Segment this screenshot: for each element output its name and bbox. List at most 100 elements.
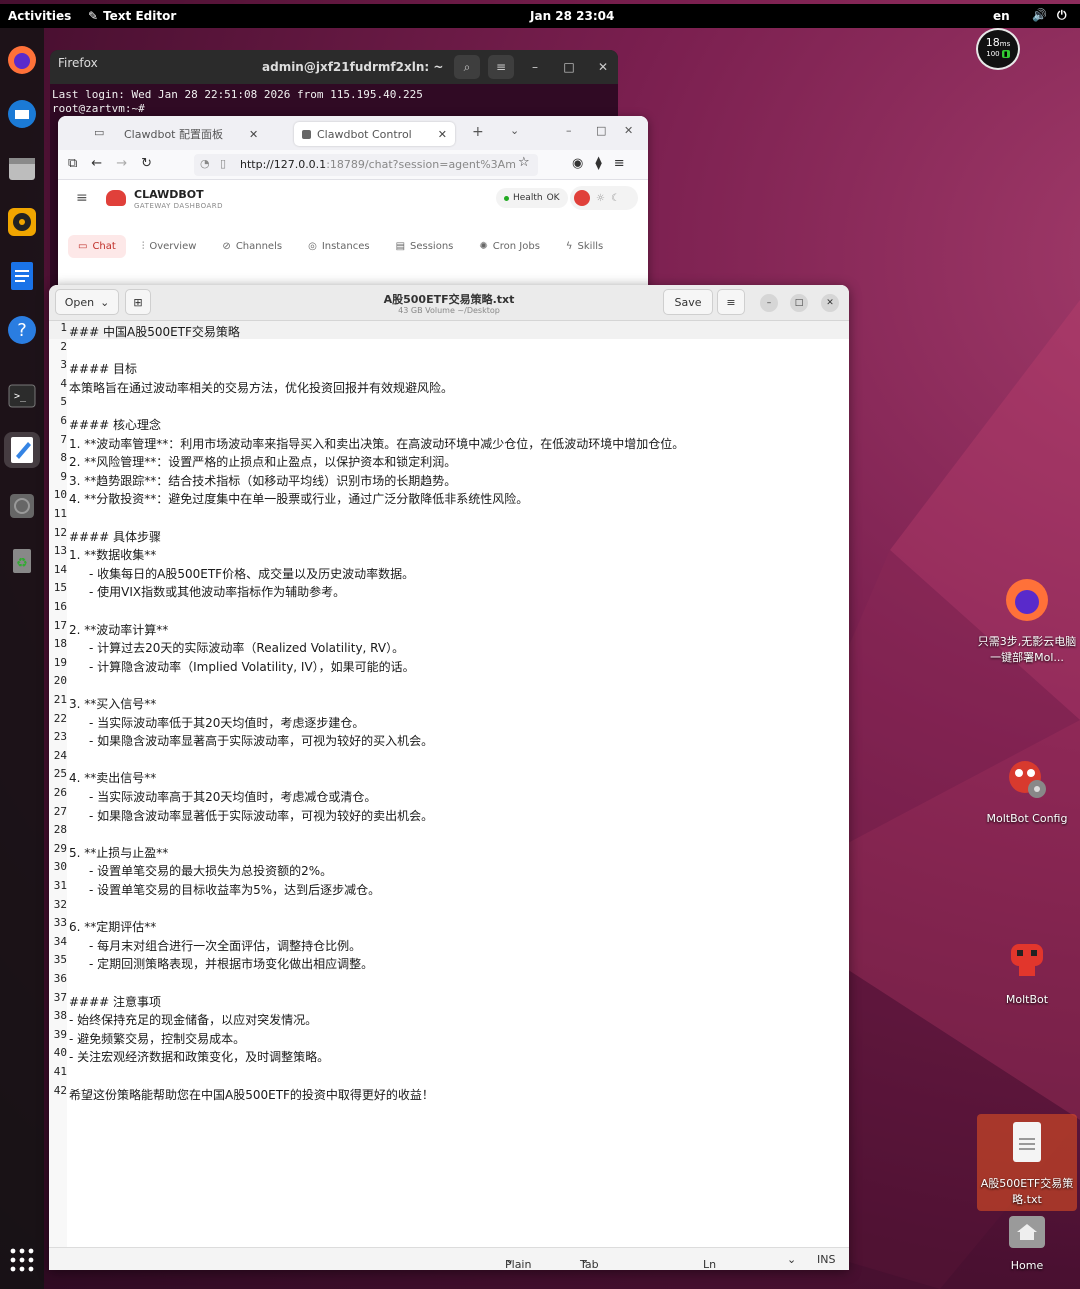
desktop-icon-home[interactable]: Home	[977, 1212, 1077, 1272]
tab-list-icon[interactable]: ▭	[94, 126, 104, 139]
editor-line[interactable]: 13 1. **数据收集**	[49, 544, 849, 562]
nav-sessions[interactable]: ▤ Sessions	[386, 235, 464, 258]
url-bar[interactable]: ◔ ▯ http://127.0.0.1:18789/chat?session=…	[194, 154, 538, 176]
desktop-icon-moltbot-config[interactable]: MoltBot Config	[977, 755, 1077, 825]
activities-button[interactable]: Activities	[8, 9, 71, 23]
nav-instances[interactable]: ◎ Instances	[298, 235, 379, 258]
nav-channels[interactable]: ⊘ Channels	[212, 235, 292, 258]
editor-line[interactable]: 18 - 计算过去20天的实际波动率（Realized Volatility, R…	[49, 637, 849, 655]
editor-line[interactable]: 32	[49, 898, 849, 916]
editor-line[interactable]: 42 希望这份策略能帮助您在中国A股500ETF的投资中取得更好的收益！	[49, 1084, 849, 1102]
nav-skills[interactable]: ϟ Skills	[556, 235, 613, 258]
editor-line[interactable]: 21 3. **买入信号**	[49, 693, 849, 711]
insert-mode[interactable]: INS	[817, 1253, 835, 1266]
editor-line[interactable]: 1 ### 中国A股500ETF交易策略	[49, 321, 849, 339]
editor-line[interactable]: 10 4. **分散投资**：避免过度集中在单一股票或行业，通过广泛分散降低非系统…	[49, 488, 849, 506]
record-icon[interactable]	[574, 190, 590, 206]
nav-cron-jobs[interactable]: ✺ Cron Jobs	[469, 235, 550, 258]
editor-line[interactable]: 15 - 使用VIX指数或其他波动率指标作为辅助参考。	[49, 581, 849, 599]
search-icon[interactable]: ⌕	[454, 55, 480, 79]
maximize-icon[interactable]: □	[556, 55, 582, 79]
close-icon[interactable]: ✕	[249, 128, 258, 141]
editor-line[interactable]: 19 - 计算隐含波动率（Implied Volatility, IV），如果可能…	[49, 656, 849, 674]
editor-line[interactable]: 7 1. **波动率管理**：利用市场波动率来指导买入和卖出决策。在高波动环境中减…	[49, 433, 849, 451]
terminal-output[interactable]: Last login: Wed Jan 28 22:51:08 2026 fro…	[50, 84, 618, 120]
tab-clawdbot-config[interactable]: Clawdbot 配置面板 ✕	[116, 122, 266, 146]
extensions-icon[interactable]: ⧫	[595, 156, 601, 171]
language-selector[interactable]: Plain Text ⌄	[505, 1253, 531, 1270]
bookmark-star-icon[interactable]: ☆	[518, 155, 530, 170]
moon-icon[interactable]: ☾	[611, 193, 620, 204]
tab-width-selector[interactable]: Tab Width: 8 ⌄	[580, 1253, 599, 1270]
system-menu[interactable]: 🔊 ⏻	[1032, 8, 1066, 23]
editor-line[interactable]: 3 #### 目标	[49, 358, 849, 376]
main-menu-button[interactable]: ≡	[717, 289, 745, 315]
editor-line[interactable]: 39- 避免频繁交易，控制交易成本。	[49, 1028, 849, 1046]
chevron-down-icon[interactable]: ⌄	[510, 124, 519, 137]
app-menu[interactable]: ✎ Text Editor	[88, 9, 176, 23]
minimize-icon[interactable]: –	[566, 124, 572, 137]
editor-line[interactable]: 35 - 定期回测策略表现，并根据市场变化做出相应调整。	[49, 953, 849, 971]
editor-line[interactable]: 14 - 收集每日的A股500ETF价格、成交量以及历史波动率数据。	[49, 563, 849, 581]
clock[interactable]: Jan 28 23:04	[530, 9, 614, 23]
forward-icon[interactable]: →	[116, 156, 127, 171]
text-editor-dock-icon[interactable]	[4, 432, 40, 468]
editor-line[interactable]: 28	[49, 823, 849, 841]
close-icon[interactable]: ✕	[438, 128, 447, 141]
editor-line[interactable]: 26 - 当实际波动率高于其20天均值时，考虑减仓或清仓。	[49, 786, 849, 804]
chevron-down-icon[interactable]: ⌄	[787, 1253, 796, 1266]
trash-icon[interactable]: ♻	[4, 542, 40, 578]
show-apps-icon[interactable]	[4, 1242, 40, 1278]
close-button[interactable]: ✕	[821, 294, 839, 312]
maximize-icon[interactable]: □	[596, 124, 606, 137]
editor-line[interactable]: 4 本策略旨在通过波动率相关的交易方法，优化投资回报并有效规避风险。	[49, 377, 849, 395]
editor-line[interactable]: 16	[49, 600, 849, 618]
terminal-titlebar[interactable]: Firefox admin@jxf21fudrmf2xln: ~ ⌕ ≡ – □…	[50, 50, 618, 84]
menu-icon[interactable]: ≡	[488, 55, 514, 79]
editor-line[interactable]: 6 #### 核心理念	[49, 414, 849, 432]
save-button[interactable]: Save	[663, 289, 713, 315]
minimize-button[interactable]: –	[760, 294, 778, 312]
tab-clawdbot-control[interactable]: Clawdbot Control ✕	[294, 122, 455, 146]
rhythmbox-icon[interactable]	[4, 204, 40, 240]
editor-line[interactable]: 31 - 设置单笔交易的目标收益率为5%，达到后逐步减仓。	[49, 879, 849, 897]
editor-line[interactable]: 17 2. **波动率计算**	[49, 619, 849, 637]
reload-icon[interactable]: ↻	[141, 156, 152, 171]
editor-line[interactable]: 38- 始终保持充足的现金储备，以应对突发情况。	[49, 1009, 849, 1027]
close-icon[interactable]: ✕	[624, 124, 633, 137]
editor-line[interactable]: 5	[49, 395, 849, 413]
editor-line[interactable]: 27 - 如果隐含波动率显著低于实际波动率，可视为较好的卖出机会。	[49, 805, 849, 823]
back-icon[interactable]: ←	[91, 156, 102, 171]
firefox-window[interactable]: ▭ Clawdbot 配置面板 ✕ Clawdbot Control ✕ + ⌄…	[58, 116, 648, 291]
editor-line[interactable]: 33 6. **定期评估**	[49, 916, 849, 934]
editor-line[interactable]: 20	[49, 674, 849, 692]
new-tab-icon[interactable]: +	[472, 124, 484, 140]
editor-line[interactable]: 9 3. **趋势跟踪**：结合技术指标（如移动平均线）识别市场的长期趋势。	[49, 470, 849, 488]
editor-line[interactable]: 11	[49, 507, 849, 525]
files-icon[interactable]	[4, 150, 40, 186]
menu-icon[interactable]: ≡	[614, 156, 625, 171]
editor-line[interactable]: 8 2. **风险管理**：设置严格的止损点和止盈点，以保护资本和锁定利润。	[49, 451, 849, 469]
writer-icon[interactable]	[4, 258, 40, 294]
editor-line[interactable]: 22 - 当实际波动率低于其20天均值时，考虑逐步建仓。	[49, 712, 849, 730]
editor-line[interactable]: 40- 关注宏观经济数据和政策变化，及时调整策略。	[49, 1046, 849, 1064]
terminal-icon[interactable]: >_	[4, 378, 40, 414]
desktop-icon-strategy-file[interactable]: A股500ETF交易策略.txt	[977, 1114, 1077, 1211]
desktop-icon-deploy[interactable]: 只需3步,无影云电脑一键部署Mol...	[977, 576, 1077, 665]
editor-line[interactable]: 34 - 每月末对组合进行一次全面评估，调整持仓比例。	[49, 935, 849, 953]
disc-icon[interactable]	[4, 488, 40, 524]
maximize-button[interactable]: □	[790, 294, 808, 312]
minimize-icon[interactable]: –	[522, 55, 548, 79]
firefox-icon[interactable]	[4, 42, 40, 78]
sidebar-toggle-icon[interactable]: ⧉	[68, 156, 77, 171]
thunderbird-icon[interactable]	[4, 96, 40, 132]
editor-line[interactable]: 12 #### 具体步骤	[49, 526, 849, 544]
nav-chat[interactable]: ▭ Chat	[68, 234, 126, 258]
input-language[interactable]: en	[993, 9, 1010, 23]
sun-icon[interactable]: ☼	[596, 193, 605, 204]
editor-line[interactable]: 25 4. **卖出信号**	[49, 767, 849, 785]
editor-line[interactable]: 23 - 如果隐含波动率显著高于实际波动率，可视为较好的买入机会。	[49, 730, 849, 748]
editor-line[interactable]: 41	[49, 1065, 849, 1083]
nav-overview[interactable]: ⫶ Overview	[132, 235, 207, 258]
account-icon[interactable]: ◉	[572, 156, 583, 171]
